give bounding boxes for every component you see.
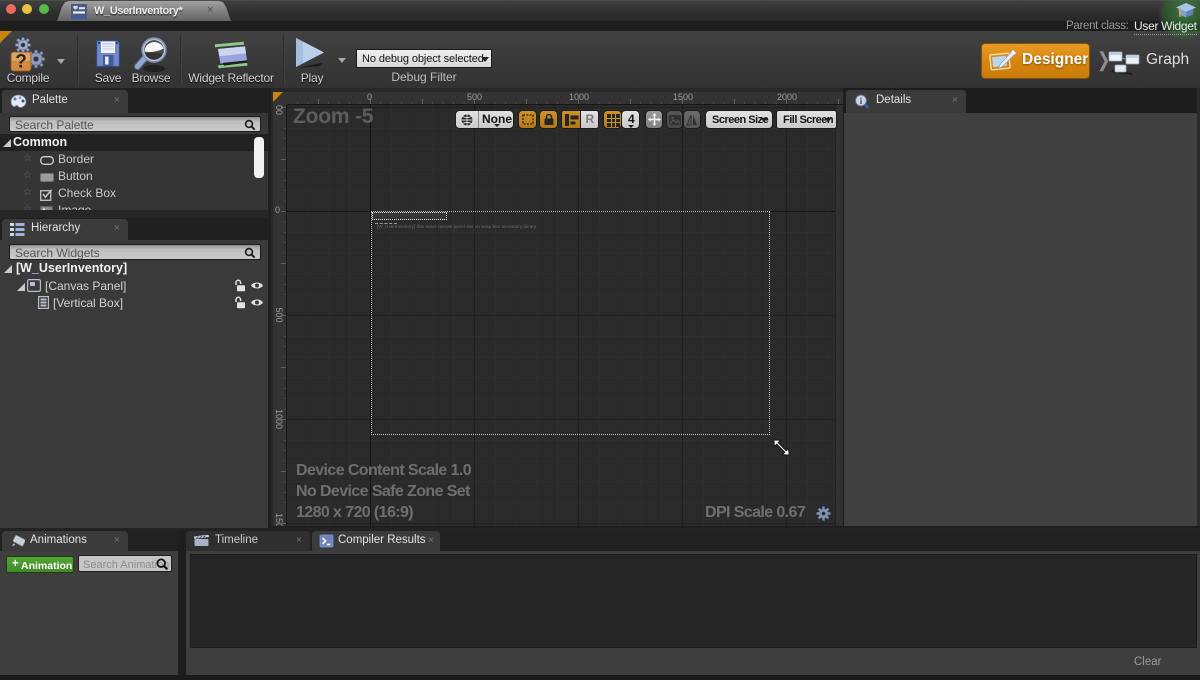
svg-text:?: ? [15, 52, 27, 73]
